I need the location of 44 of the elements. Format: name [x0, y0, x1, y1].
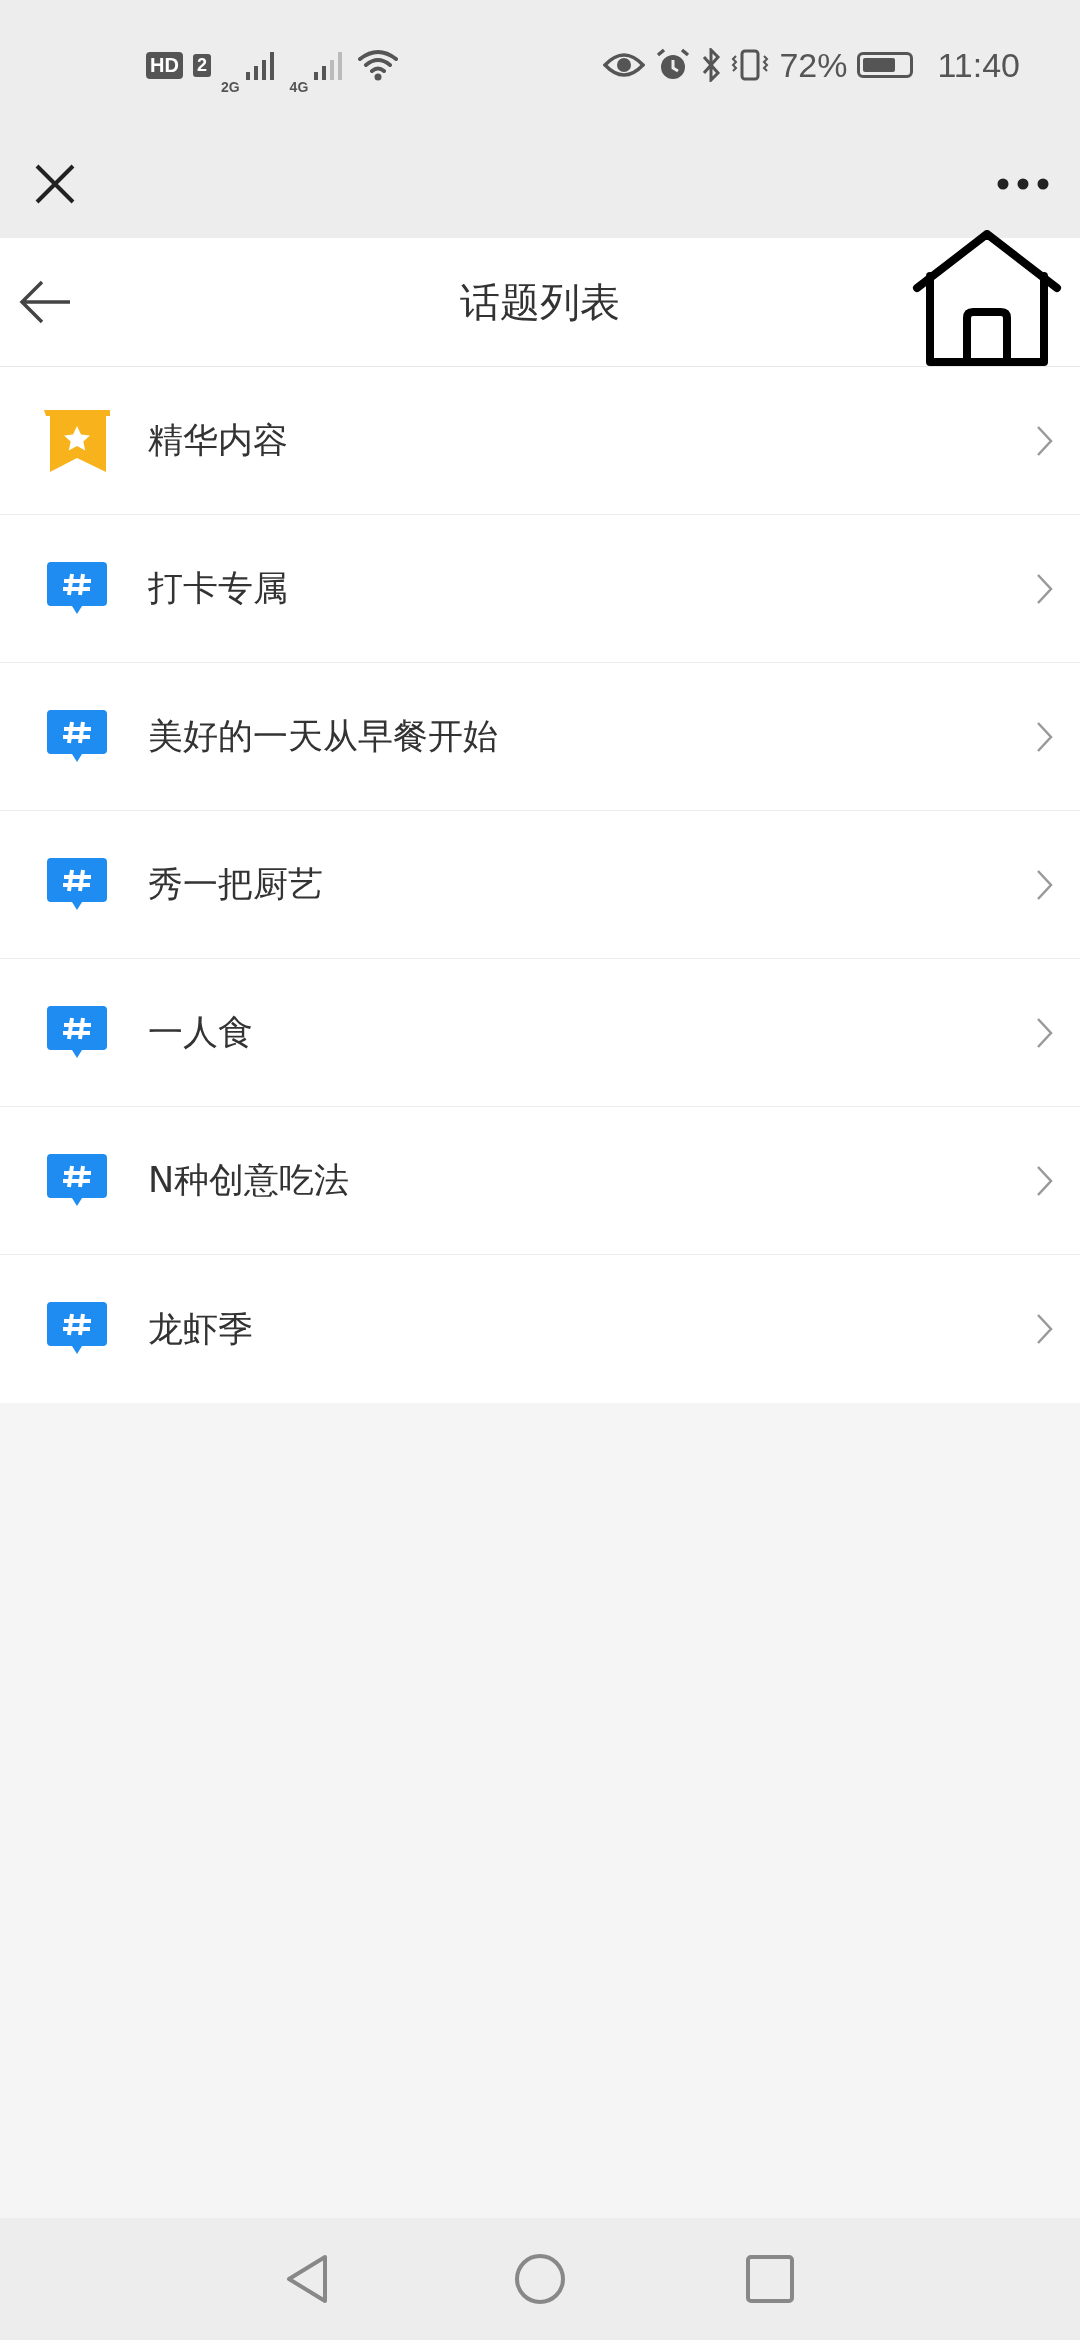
- topic-row[interactable]: 一人食: [0, 959, 1080, 1107]
- hashtag-icon: [47, 1302, 107, 1356]
- home-icon[interactable]: [912, 230, 1062, 366]
- battery-percent: 72%: [779, 45, 848, 85]
- eye-icon: [603, 51, 646, 79]
- topic-label: N种创意吃法: [148, 1159, 351, 1202]
- topic-label: 美好的一天从早餐开始: [148, 715, 499, 758]
- topic-row[interactable]: 龙虾季: [0, 1255, 1080, 1403]
- hd-label: HD: [146, 51, 183, 79]
- topic-label: 一人食: [148, 1011, 254, 1054]
- bluetooth-icon: [701, 48, 722, 82]
- sim-label: 2: [192, 53, 211, 77]
- chevron-icon: [1036, 572, 1054, 605]
- topic-row[interactable]: 美好的一天从早餐开始: [0, 663, 1080, 811]
- topic-label: 精华内容: [148, 419, 289, 462]
- chevron-icon: [1036, 720, 1054, 753]
- topic-row[interactable]: 秀一把厨艺: [0, 811, 1080, 959]
- network-label: 2G: [220, 79, 240, 95]
- chevron-icon: [1036, 424, 1054, 457]
- recents-nav-icon[interactable]: [743, 2252, 797, 2306]
- home-nav-icon[interactable]: [513, 2252, 567, 2306]
- chevron-icon: [1036, 1313, 1054, 1345]
- hashtag-icon: [47, 1005, 107, 1060]
- topic-row[interactable]: 打卡专属: [0, 515, 1080, 663]
- chevron-icon: [1036, 1164, 1054, 1197]
- chevron-icon: [1036, 868, 1054, 901]
- hashtag-icon: [47, 1153, 107, 1208]
- battery-icon: [857, 52, 914, 78]
- topic-row[interactable]: N种创意吃法: [0, 1107, 1080, 1255]
- hashtag-icon: [47, 561, 107, 616]
- network-label: 4G: [289, 79, 309, 95]
- wifi-icon: [358, 49, 399, 81]
- vibrate-icon: [731, 48, 770, 82]
- more-icon[interactable]: [996, 177, 1050, 191]
- page-title: 话题列表: [460, 277, 620, 327]
- chevron-icon: [1036, 1016, 1054, 1049]
- topic-label: 秀一把厨艺: [148, 863, 324, 906]
- hashtag-icon: [47, 857, 107, 912]
- topic-row[interactable]: 精华内容: [0, 367, 1080, 515]
- topic-label: 打卡专属: [148, 567, 289, 610]
- clock-time: 11:40: [937, 45, 1020, 85]
- hashtag-icon: [47, 709, 107, 764]
- topic-label: 龙虾季: [148, 1307, 254, 1351]
- bookmark-star-icon: [44, 409, 110, 472]
